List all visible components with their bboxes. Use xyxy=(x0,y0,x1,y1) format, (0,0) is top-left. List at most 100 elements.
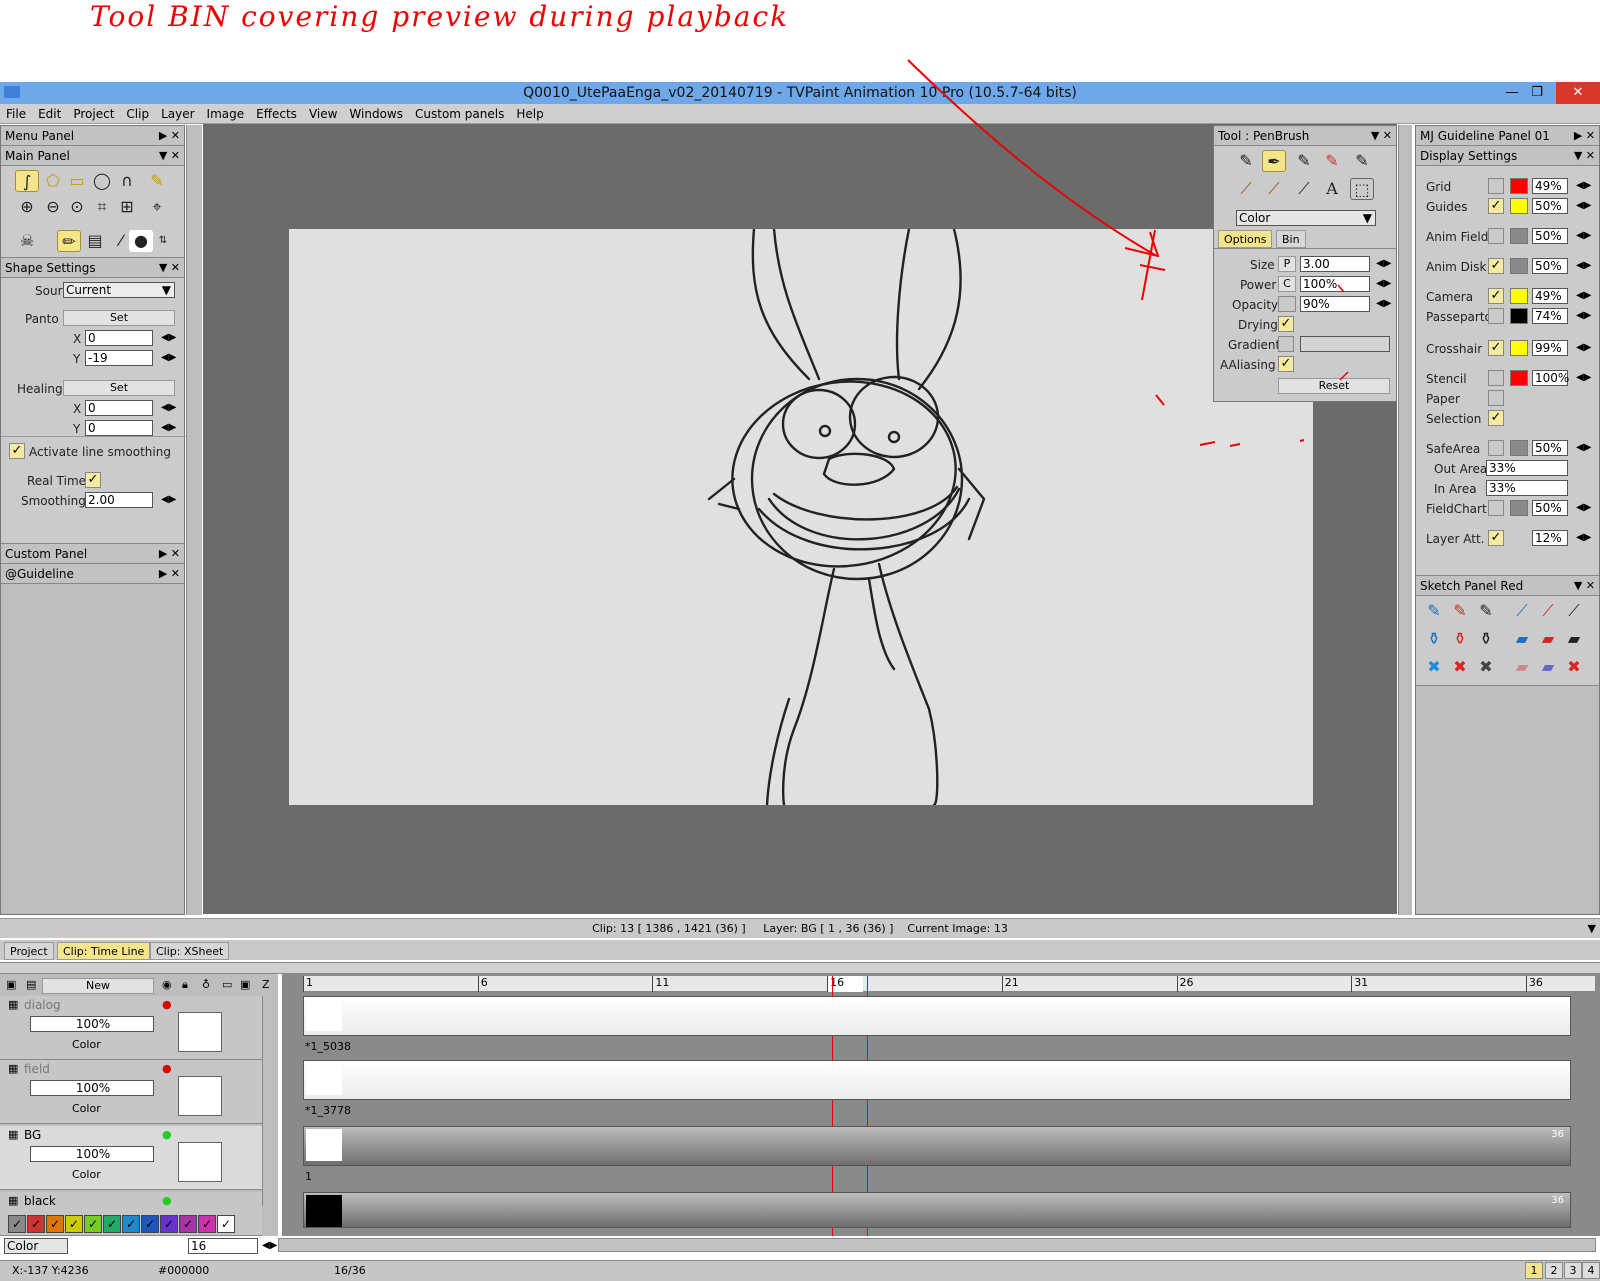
display-row-value[interactable]: 50% xyxy=(1532,440,1568,456)
drying-checkbox[interactable]: ✓ xyxy=(1278,316,1294,332)
color-mode-field[interactable]: Color xyxy=(4,1238,68,1254)
stepper-icon[interactable]: ◀▶ xyxy=(1376,258,1391,269)
close-button[interactable]: ✕ xyxy=(1556,82,1600,104)
palette-color-swatch[interactable]: ✓ xyxy=(141,1215,159,1233)
transform-icon[interactable]: ⊞ xyxy=(115,196,139,218)
display-row-checkbox[interactable]: ✓ xyxy=(1488,258,1504,274)
layer-visibility-icon[interactable]: ● xyxy=(162,1062,172,1075)
frame-icon[interactable]: ▭ xyxy=(222,978,232,991)
shape-settings-header[interactable]: Shape Settings ▼ ✕ xyxy=(1,258,184,278)
eye-icon[interactable]: ◉ xyxy=(162,978,172,991)
size-field[interactable]: 3.00 xyxy=(1300,256,1370,272)
frame-ruler[interactable]: 1 6 11 16 21 26 31 36 xyxy=(303,976,1595,992)
canvas-scrollbar[interactable] xyxy=(1398,125,1412,915)
stepper-icon[interactable]: ◀▶ xyxy=(1576,442,1591,453)
stepper-icon[interactable]: ◀▶ xyxy=(1576,260,1591,271)
layer-row[interactable]: BG ▦ ● 100% Color xyxy=(0,1126,262,1190)
guideline-panel-header[interactable]: MJ Guideline Panel 01 ▶ ✕ xyxy=(1416,126,1599,146)
frame-thumbnail[interactable] xyxy=(306,1129,342,1161)
layer-type-icon[interactable]: ▣ xyxy=(6,978,16,991)
brush-color-icon[interactable]: ● xyxy=(129,230,153,252)
marker-preset-icon[interactable]: ✎ xyxy=(1292,150,1316,172)
stepper-icon[interactable]: ◀▶ xyxy=(161,352,176,363)
panel-controls-icon[interactable]: ▼ ✕ xyxy=(159,146,180,166)
display-row-checkbox[interactable]: ✓ xyxy=(1488,410,1504,426)
display-row-color-swatch[interactable] xyxy=(1510,228,1528,244)
spline-tool-icon[interactable]: ∩ xyxy=(115,170,139,192)
skull-icon[interactable]: ☠ xyxy=(15,230,39,252)
opacity-field[interactable]: 90% xyxy=(1300,296,1370,312)
menu-layer[interactable]: Layer xyxy=(155,104,200,124)
reset-button[interactable]: Reset xyxy=(1278,378,1390,394)
pencil-preset-icon[interactable]: ✎ xyxy=(1234,150,1258,172)
red-eraser-icon[interactable]: ▰ xyxy=(1536,628,1560,650)
camera-icon[interactable]: ⌖ xyxy=(145,196,169,218)
display-row-value[interactable]: 50% xyxy=(1532,258,1568,274)
page-2-button[interactable]: 2 xyxy=(1545,1262,1563,1279)
palette-color-swatch[interactable]: ✓ xyxy=(179,1215,197,1233)
blue-eraser-icon[interactable]: ▰ xyxy=(1510,628,1534,650)
stepper-icon[interactable]: ◀▶ xyxy=(161,422,176,433)
healing-y-field[interactable]: 0 xyxy=(85,420,153,436)
stepper-icon[interactable]: ◀▶ xyxy=(1576,342,1591,353)
source-select[interactable]: Current ▼ xyxy=(63,282,175,298)
clear-all-icon[interactable]: ✖ xyxy=(1562,656,1586,678)
layer-blend-mode[interactable]: Color xyxy=(72,1102,101,1115)
black-pencil-icon[interactable]: ✎ xyxy=(1474,600,1498,622)
size-mode-button[interactable]: P xyxy=(1278,256,1296,272)
page-3-button[interactable]: 3 xyxy=(1564,1262,1582,1279)
red-marker-icon[interactable]: ⟋ xyxy=(1536,600,1560,622)
tab-project[interactable]: Project xyxy=(4,942,54,960)
layer-track[interactable] xyxy=(303,1060,1571,1100)
red-clear-icon[interactable]: ✖ xyxy=(1448,656,1472,678)
display-row-color-swatch[interactable] xyxy=(1510,308,1528,324)
custom-panel-header[interactable]: Custom Panel ▶ ✕ xyxy=(1,544,184,564)
red-pencil-preset-icon[interactable]: ✎ xyxy=(1320,150,1344,172)
display-row-checkbox[interactable] xyxy=(1488,390,1504,406)
menu-effects[interactable]: Effects xyxy=(250,104,303,124)
ellipse-tool-icon[interactable]: ◯ xyxy=(90,170,114,192)
layer-name[interactable]: BG xyxy=(24,1128,41,1142)
black-eraser-icon[interactable]: ▰ xyxy=(1562,628,1586,650)
penbrush-preset-icon[interactable]: ✒ xyxy=(1262,150,1286,172)
layer-options-icon[interactable]: ▤ xyxy=(26,978,36,991)
menu-view[interactable]: View xyxy=(303,104,343,124)
palette-color-swatch[interactable]: ✓ xyxy=(46,1215,64,1233)
black-clear-icon[interactable]: ✖ xyxy=(1474,656,1498,678)
panel-controls-icon[interactable]: ▶ ✕ xyxy=(1574,126,1595,146)
left-dock-scrollbar[interactable] xyxy=(186,125,202,915)
panto-x-field[interactable]: 0 xyxy=(85,330,153,346)
tab-options[interactable]: Options xyxy=(1218,230,1273,248)
layer-blend-mode[interactable]: Color xyxy=(72,1168,101,1181)
light-icon[interactable]: ♁ xyxy=(202,978,210,991)
opacity-pressure-toggle[interactable] xyxy=(1278,296,1296,312)
layer-track[interactable] xyxy=(303,996,1571,1036)
display-row-value[interactable]: 49% xyxy=(1532,178,1568,194)
stepper-icon[interactable]: ◀▶ xyxy=(1576,532,1591,543)
fill-tool-icon[interactable]: ✎ xyxy=(145,170,169,192)
stepper-icon[interactable]: ◀▶ xyxy=(1576,290,1591,301)
tab-clip-xsheet[interactable]: Clip: XSheet xyxy=(150,942,230,960)
palette-color-swatch[interactable]: ✓ xyxy=(122,1215,140,1233)
menu-panel-header[interactable]: Menu Panel ▶ ✕ xyxy=(1,126,184,146)
crop-icon[interactable]: ⌗ xyxy=(90,196,114,218)
eraser-icon[interactable]: ▤ xyxy=(83,230,107,252)
menu-help[interactable]: Help xyxy=(510,104,549,124)
layer-track[interactable]: 36 xyxy=(303,1126,1571,1166)
smoothing-field[interactable]: 2.00 xyxy=(85,492,153,508)
display-row-color-swatch[interactable] xyxy=(1510,440,1528,456)
display-row-value[interactable]: 99% xyxy=(1532,340,1568,356)
black-ink-icon[interactable]: ⚱ xyxy=(1474,628,1498,650)
layer-visibility-icon[interactable]: ● xyxy=(162,1194,172,1207)
stepper-icon[interactable]: ◀▶ xyxy=(161,332,176,343)
power-mode-button[interactable]: C xyxy=(1278,276,1296,292)
layer-opacity-field[interactable]: 100% xyxy=(30,1146,154,1162)
layer-blend-mode[interactable]: Color xyxy=(72,1038,101,1051)
palette-color-swatch[interactable]: ✓ xyxy=(103,1215,121,1233)
menu-windows[interactable]: Windows xyxy=(343,104,409,124)
layer-name[interactable]: dialog xyxy=(24,998,61,1012)
layer-list-scrollbar[interactable] xyxy=(262,996,276,1206)
new-layer-button[interactable]: New xyxy=(42,978,154,994)
palette-color-swatch[interactable]: ✓ xyxy=(27,1215,45,1233)
pink-eraser-icon[interactable]: ▰ xyxy=(1510,656,1534,678)
